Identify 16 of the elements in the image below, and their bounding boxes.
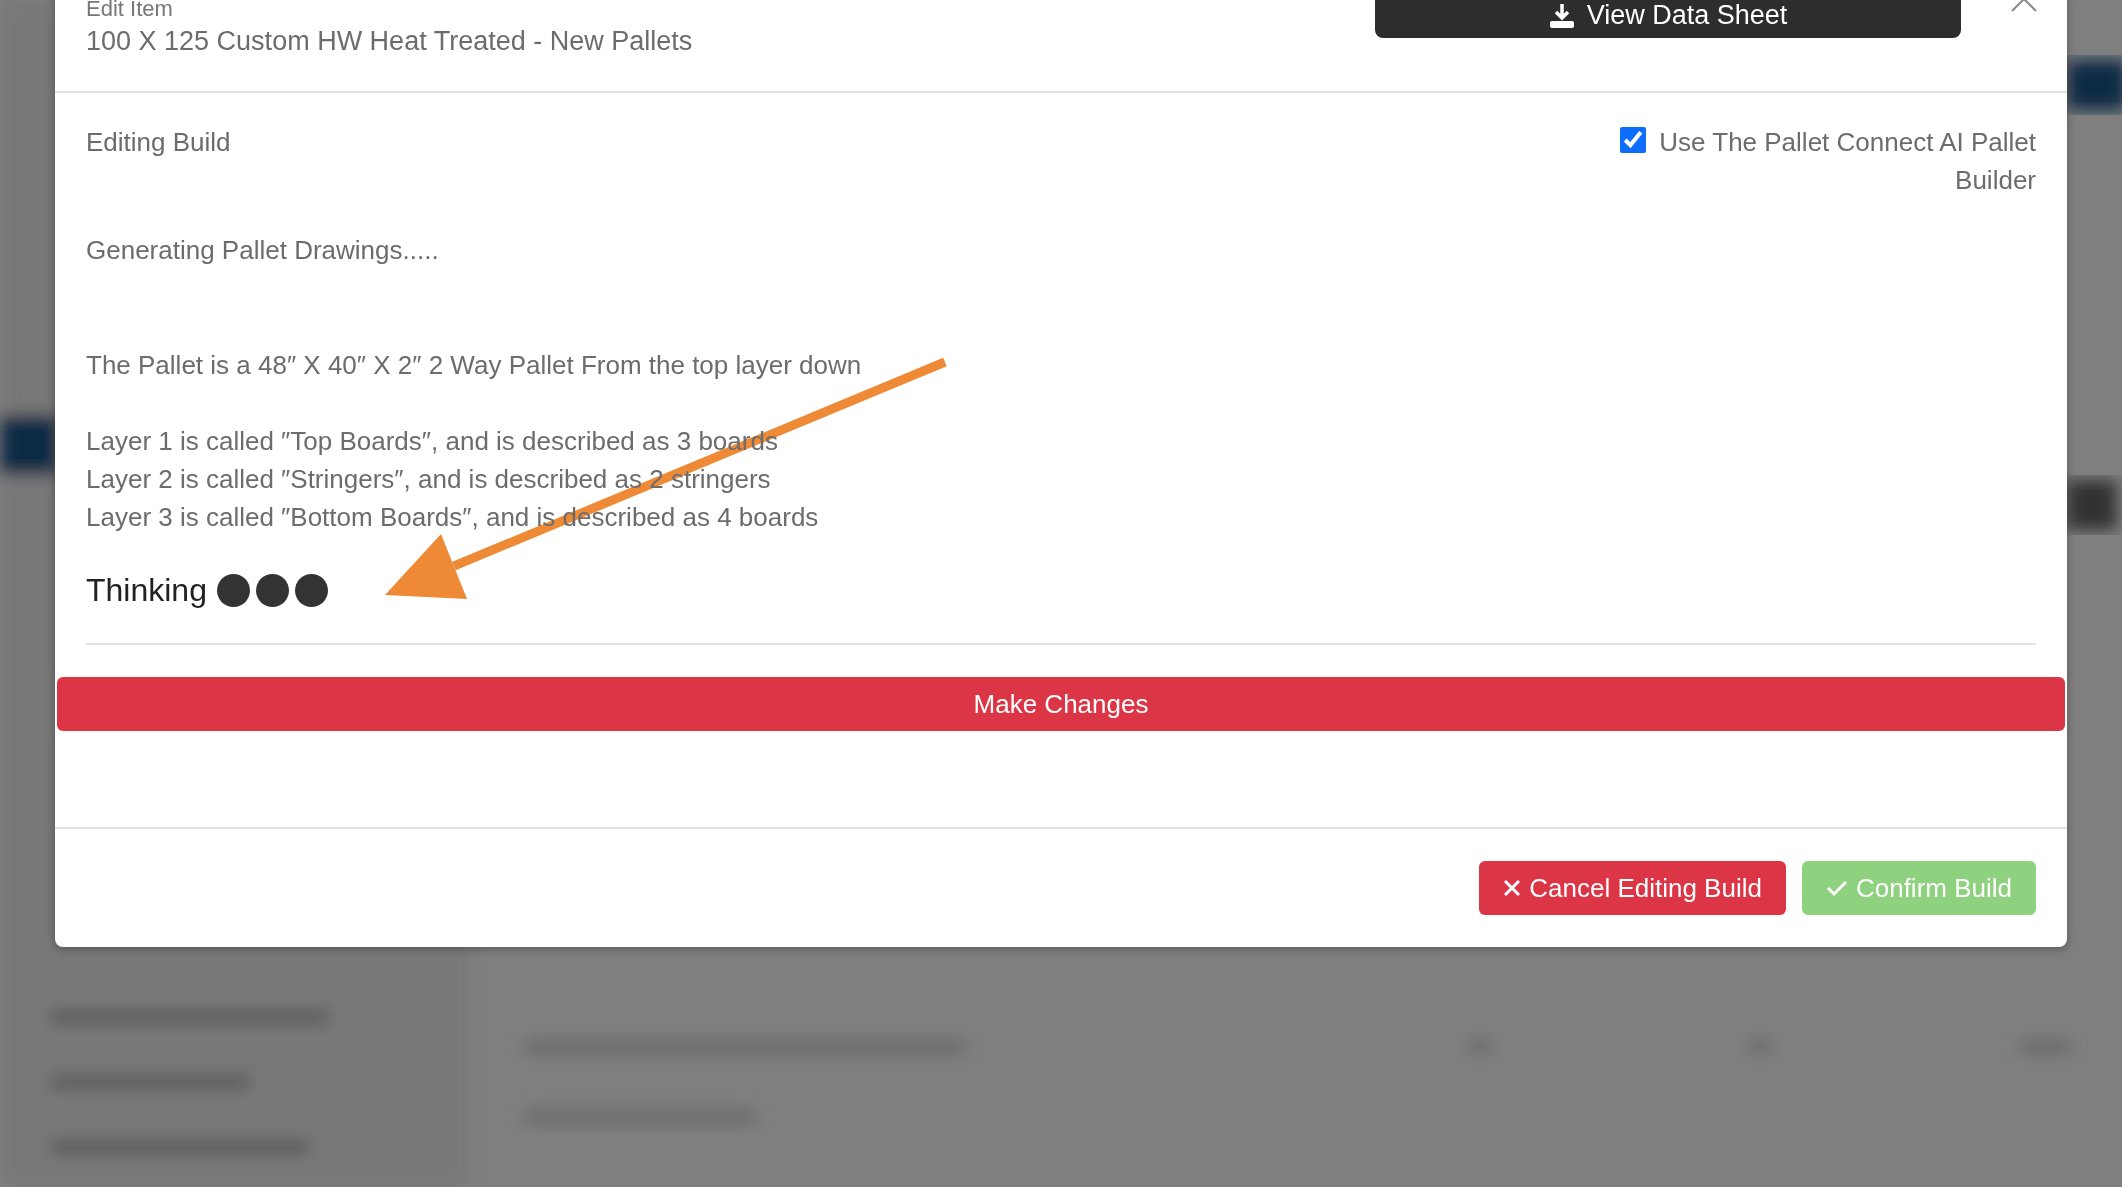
dialog-title: Edit Item <box>86 0 174 20</box>
editing-build-heading: Editing Build <box>86 126 231 159</box>
ai-builder-checkbox[interactable] <box>1620 127 1646 153</box>
loading-dot <box>216 574 250 607</box>
ai-builder-label: Use The Pallet Connect AI Pallet Builder <box>1658 126 2036 197</box>
loading-dot <box>294 574 328 607</box>
download-icon <box>1548 2 1575 29</box>
thinking-label: Thinking <box>86 572 207 609</box>
view-data-sheet-button[interactable]: View Data Sheet <box>1375 0 1961 38</box>
status-text: Generating Pallet Drawings..... <box>86 234 439 267</box>
check-icon <box>1825 879 1848 897</box>
pallet-summary: The Pallet is a 48″ X 40″ X 2″ 2 Way Pallet From the top layer down <box>86 349 862 382</box>
cancel-button[interactable]: Cancel Editing Build <box>1479 861 1786 915</box>
item-name: 100 X 125 Custom HW Heat Treated - New Pallets <box>86 26 693 57</box>
loading-dot <box>255 574 289 607</box>
make-changes-button[interactable]: Make Changes <box>57 677 2065 731</box>
